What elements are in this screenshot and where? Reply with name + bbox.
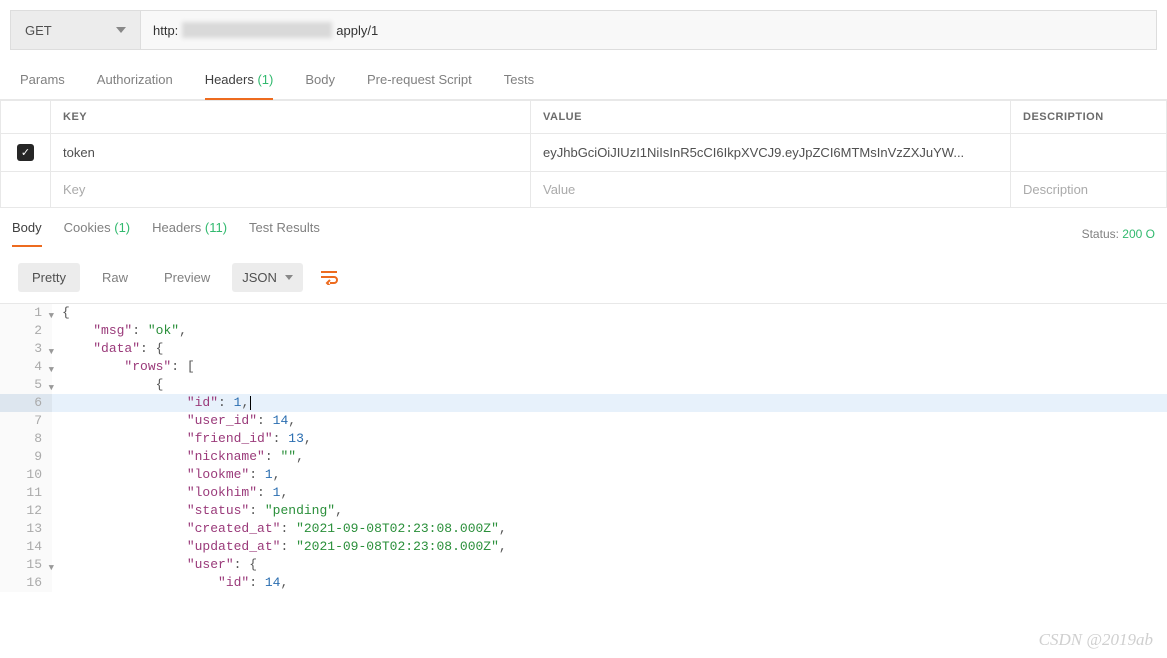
wrap-toggle-button[interactable] <box>311 261 347 293</box>
tab-prerequest[interactable]: Pre-request Script <box>367 72 472 99</box>
view-pretty-button[interactable]: Pretty <box>18 263 80 292</box>
text-cursor <box>250 396 251 410</box>
table-row: ✓ token eyJhbGciOiJIUzI1NiIsInR5cCI6IkpX… <box>1 134 1167 172</box>
url-redacted-segment <box>182 22 332 38</box>
http-method-value: GET <box>25 23 52 38</box>
format-value: JSON <box>242 270 277 285</box>
tab-tests[interactable]: Tests <box>504 72 534 99</box>
response-bar: Body Cookies (1) Headers (11) Test Resul… <box>0 208 1167 247</box>
header-value-col: VALUE <box>531 101 1011 134</box>
request-url-bar: GET http: apply/1 <box>10 10 1157 50</box>
code-line[interactable]: 1▼{ <box>0 304 1167 322</box>
code-line[interactable]: 14 "updated_at": "2021-09-08T02:23:08.00… <box>0 538 1167 556</box>
code-line[interactable]: 2 "msg": "ok", <box>0 322 1167 340</box>
headers-table: KEY VALUE DESCRIPTION ✓ token eyJhbGciOi… <box>0 100 1167 208</box>
code-line[interactable]: 3▼ "data": { <box>0 340 1167 358</box>
header-value-cell[interactable]: eyJhbGciOiJIUzI1NiIsInR5cCI6IkpXVCJ9.eyJ… <box>531 134 1011 172</box>
code-line[interactable]: 16 "id": 14, <box>0 574 1167 592</box>
tab-headers[interactable]: Headers (1) <box>205 72 274 100</box>
tab-params[interactable]: Params <box>20 72 65 99</box>
url-suffix: apply/1 <box>336 23 378 38</box>
view-preview-button[interactable]: Preview <box>150 263 224 292</box>
row-checkbox[interactable]: ✓ <box>17 144 34 161</box>
header-value-placeholder[interactable]: Value <box>531 172 1011 208</box>
code-line[interactable]: 8 "friend_id": 13, <box>0 430 1167 448</box>
code-line[interactable]: 5▼ { <box>0 376 1167 394</box>
format-select[interactable]: JSON <box>232 263 303 292</box>
resp-tab-headers[interactable]: Headers (11) <box>152 220 227 247</box>
url-input[interactable]: http: apply/1 <box>141 11 1156 49</box>
header-desc-col: DESCRIPTION <box>1011 101 1167 134</box>
resp-tab-cookies[interactable]: Cookies (1) <box>64 220 130 247</box>
response-code-viewer[interactable]: 1▼{2 "msg": "ok",3▼ "data": {4▼ "rows": … <box>0 303 1167 592</box>
code-line[interactable]: 11 "lookhim": 1, <box>0 484 1167 502</box>
wrap-icon <box>319 269 339 285</box>
code-line[interactable]: 10 "lookme": 1, <box>0 466 1167 484</box>
request-tabs: Params Authorization Headers (1) Body Pr… <box>0 50 1167 100</box>
header-checkbox-col <box>1 101 51 134</box>
code-line[interactable]: 15▼ "user": { <box>0 556 1167 574</box>
chevron-down-icon <box>116 27 126 33</box>
resp-tab-body[interactable]: Body <box>12 220 42 247</box>
resp-tab-testresults[interactable]: Test Results <box>249 220 320 247</box>
status-badge: Status: 200 O <box>1082 227 1155 241</box>
response-tabs: Body Cookies (1) Headers (11) Test Resul… <box>12 220 320 247</box>
header-key-col: KEY <box>51 101 531 134</box>
view-controls: Pretty Raw Preview JSON <box>0 247 1167 303</box>
table-row-empty: Key Value Description <box>1 172 1167 208</box>
url-prefix: http: <box>153 23 178 38</box>
code-line[interactable]: 12 "status": "pending", <box>0 502 1167 520</box>
tab-body[interactable]: Body <box>305 72 335 99</box>
code-line[interactable]: 7 "user_id": 14, <box>0 412 1167 430</box>
code-line[interactable]: 4▼ "rows": [ <box>0 358 1167 376</box>
code-line[interactable]: 13 "created_at": "2021-09-08T02:23:08.00… <box>0 520 1167 538</box>
watermark: CSDN @2019ab <box>1039 630 1153 650</box>
code-line[interactable]: 9 "nickname": "", <box>0 448 1167 466</box>
header-desc-cell[interactable] <box>1011 134 1167 172</box>
header-key-cell[interactable]: token <box>51 134 531 172</box>
header-key-placeholder[interactable]: Key <box>51 172 531 208</box>
header-desc-placeholder[interactable]: Description <box>1011 172 1167 208</box>
tab-authorization[interactable]: Authorization <box>97 72 173 99</box>
view-raw-button[interactable]: Raw <box>88 263 142 292</box>
chevron-down-icon <box>285 275 293 280</box>
http-method-select[interactable]: GET <box>11 11 141 49</box>
code-line[interactable]: 6 "id": 1, <box>0 394 1167 412</box>
